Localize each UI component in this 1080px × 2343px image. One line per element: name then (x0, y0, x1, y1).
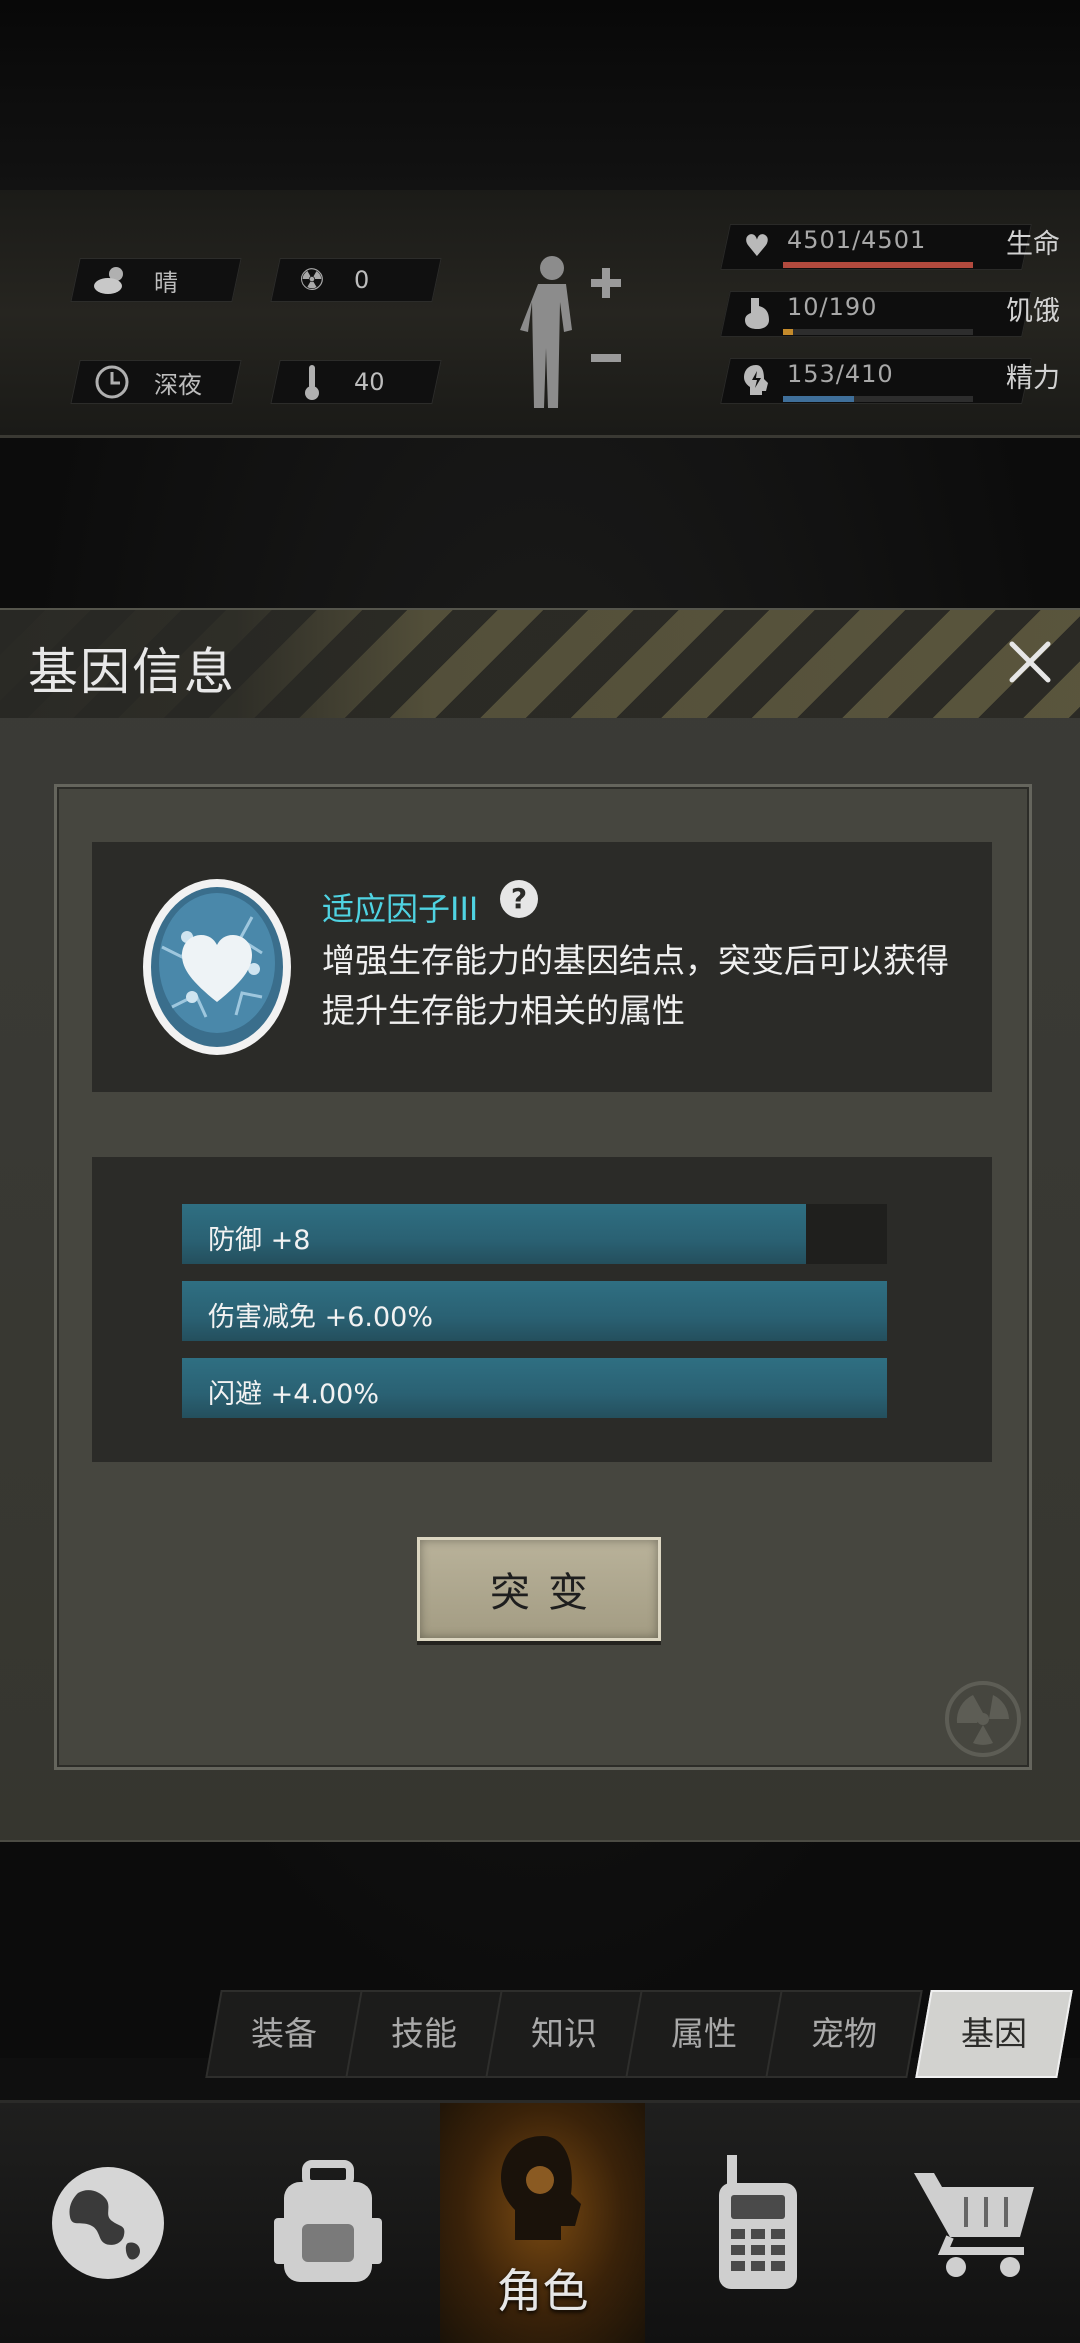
time-status: 深夜 (70, 360, 242, 404)
tab-knowledge[interactable]: 知识 (485, 1990, 643, 2078)
radiation-icon: ☢ (298, 262, 326, 298)
life-label: 生命 (1006, 229, 1060, 260)
hunger-bar (783, 329, 973, 335)
thermometer-icon (292, 362, 332, 402)
life-bar (783, 262, 973, 268)
mutate-button[interactable]: 突变 (417, 1537, 661, 1641)
attribute-text: 伤害减免 +6.00% (208, 1302, 433, 1333)
nav-shop[interactable] (870, 2103, 1080, 2343)
attribute-list: 防御 +8 伤害减免 +6.00% 闪避 +4.00% (92, 1157, 992, 1462)
hunger-label: 饥饿 (1006, 296, 1060, 327)
nav-character-label: 角色 (496, 2264, 589, 2318)
shopping-cart-icon (914, 2173, 1034, 2277)
tab-skills[interactable]: 技能 (345, 1990, 503, 2078)
body-status-icon[interactable] (520, 250, 630, 410)
energy-icon (737, 358, 777, 402)
energy-bar (783, 396, 973, 402)
clock-icon (92, 362, 132, 402)
life-stat: ♥ 4501/4501 生命 (720, 218, 1060, 274)
gene-panel: 适应因子III ? 增强生存能力的基因结点，突变后可以获得提升生存能力相关的属性… (54, 784, 1032, 1770)
hunger-stat: 10/190 饥饿 (720, 285, 1060, 341)
nav-map[interactable] (0, 2103, 215, 2343)
cloud-sun-icon (92, 260, 132, 300)
character-tabs: 装备 技能 知识 属性 宠物 基因 (195, 1990, 1073, 2078)
hunger-value: 10/190 (787, 293, 878, 321)
time-label: 深夜 (154, 370, 202, 399)
character-head-icon (500, 2136, 581, 2240)
top-background (0, 0, 1080, 190)
radiation-value: 0 (354, 266, 370, 294)
nav-character[interactable]: 角色 (440, 2103, 645, 2343)
radiation-watermark-icon (945, 1681, 1021, 1757)
globe-icon (51, 2167, 164, 2279)
energy-value: 153/410 (787, 360, 894, 388)
weather-label: 晴 (154, 268, 178, 297)
attribute-row-damage-reduction: 伤害减免 +6.00% (182, 1281, 887, 1341)
gene-description: 增强生存能力的基因结点，突变后可以获得提升生存能力相关的属性 (322, 941, 949, 1030)
gene-info-box: 适应因子III ? 增强生存能力的基因结点，突变后可以获得提升生存能力相关的属性 (92, 842, 992, 1092)
gene-info-dialog: 基因信息 适应因子III ? 增强生存能力的基因结点，突变后可以获得提升生存能力… (0, 608, 1080, 1842)
close-icon[interactable] (1002, 634, 1058, 690)
attribute-row-defense: 防御 +8 (182, 1204, 887, 1264)
gene-name: 适应因子III (322, 890, 479, 928)
energy-label: 精力 (1006, 363, 1060, 394)
tab-attributes[interactable]: 属性 (625, 1990, 783, 2078)
tab-equipment[interactable]: 装备 (205, 1990, 363, 2078)
nav-radio[interactable] (645, 2103, 870, 2343)
temperature-value: 40 (354, 368, 385, 396)
stomach-icon (737, 291, 777, 335)
temperature-status: 40 (270, 360, 442, 404)
backpack-icon (273, 2160, 382, 2282)
attribute-text: 闪避 +4.00% (208, 1379, 379, 1410)
attribute-row-dodge: 闪避 +4.00% (182, 1358, 887, 1418)
heart-icon: ♥ (743, 228, 771, 264)
bottom-nav: 角色 (0, 2100, 1080, 2343)
energy-stat: 153/410 精力 (720, 352, 1060, 408)
nav-backpack[interactable] (215, 2103, 440, 2343)
gene-heart-badge-icon (143, 879, 291, 1055)
tab-genes[interactable]: 基因 (915, 1990, 1073, 2078)
tab-pets[interactable]: 宠物 (765, 1990, 923, 2078)
life-value: 4501/4501 (787, 226, 927, 254)
weather-status: 晴 (70, 258, 242, 302)
status-bar: 晴 ☢ 0 深夜 40 ♥ 4501/4501 生命 10/190 饥饿 153… (0, 190, 1080, 438)
walkie-talkie-icon (718, 2155, 797, 2289)
help-icon[interactable]: ? (500, 880, 538, 918)
radiation-status: ☢ 0 (270, 258, 442, 302)
dialog-title: 基因信息 (28, 643, 236, 701)
attribute-text: 防御 +8 (208, 1225, 311, 1256)
